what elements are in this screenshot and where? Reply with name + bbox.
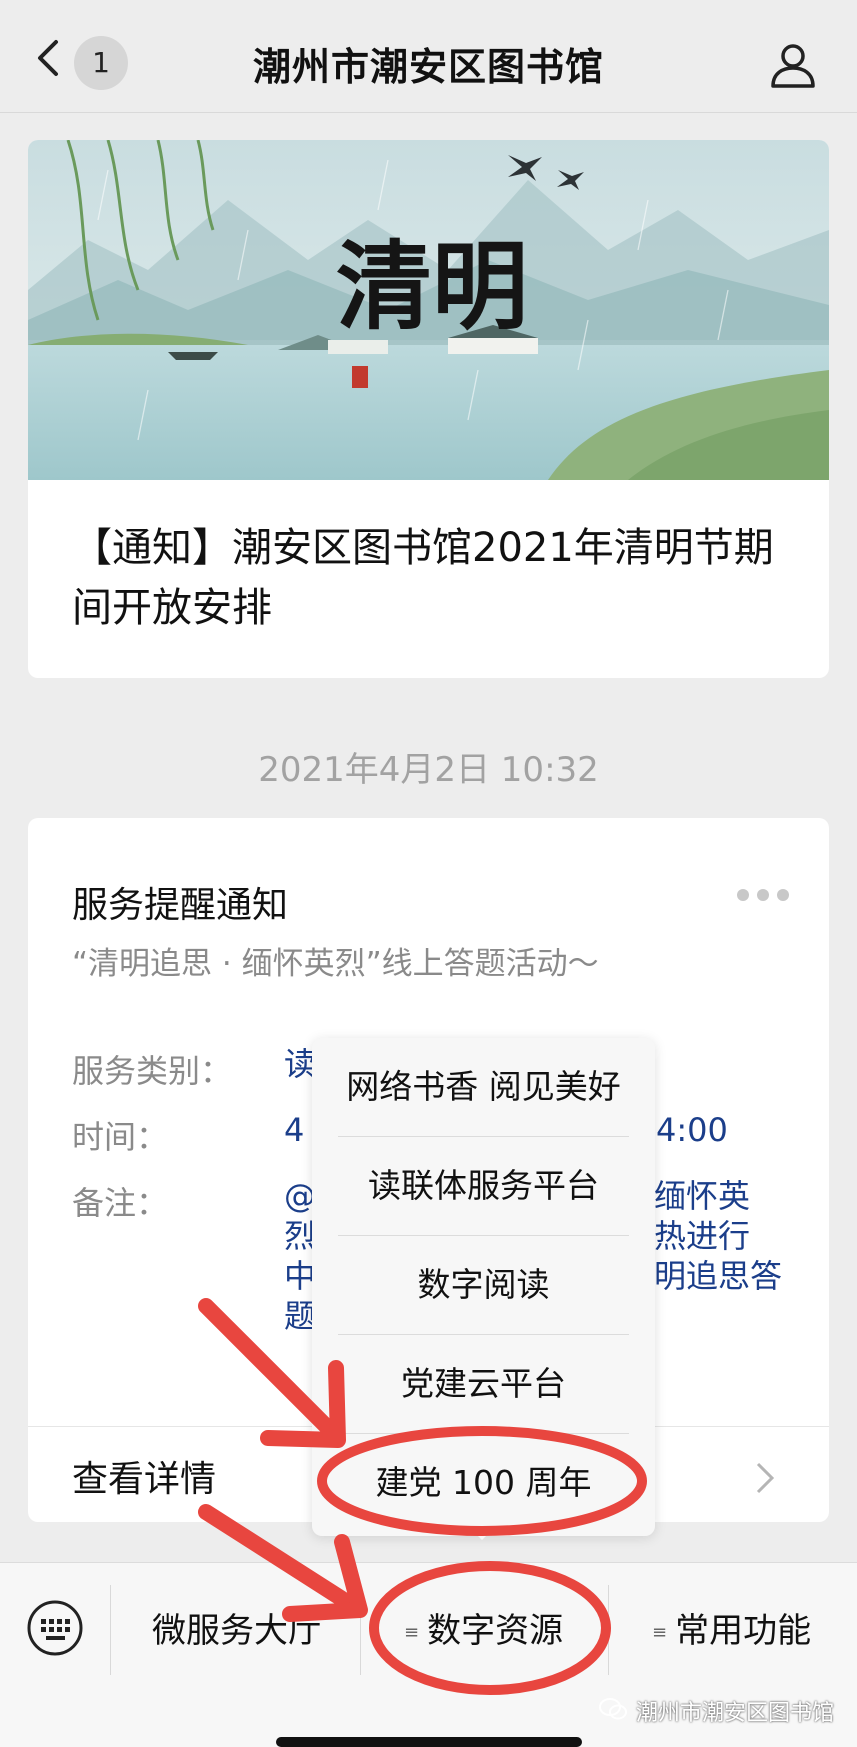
- submenu-item-party-100-years[interactable]: 建党 100 周年: [312, 1434, 655, 1532]
- menu-common-functions[interactable]: ≡ 常用功能: [652, 1603, 811, 1652]
- watermark-text: 潮州市潮安区图书馆: [636, 1701, 835, 1726]
- menu-divider: [608, 1585, 609, 1675]
- banner-calligraphy-text: 清明: [336, 230, 528, 343]
- menu-divider: [360, 1585, 361, 1675]
- user-icon[interactable]: [768, 40, 818, 90]
- card-title: 服务提醒通知: [72, 885, 289, 926]
- submenu-item-reading-alliance[interactable]: 读联体服务平台: [312, 1137, 655, 1235]
- qingming-banner-image: 清明: [28, 140, 829, 480]
- message-timestamp: 2021年4月2日 10:32: [258, 750, 599, 790]
- menu-digital-resources[interactable]: ≡ 数字资源: [404, 1603, 563, 1652]
- menu-micro-service-hall[interactable]: 微服务大厅: [152, 1603, 322, 1652]
- submenu-indicator-icon: ≡: [652, 1622, 668, 1643]
- submenu-pointer: [470, 1528, 494, 1540]
- nav-bar: 1 潮州市潮安区图书馆: [0, 0, 857, 113]
- time-value-left: 4: [284, 1111, 305, 1149]
- submenu-item-network-reading[interactable]: 网络书香 阅见美好: [312, 1038, 655, 1136]
- menu-digital-resources-label: 数字资源: [427, 1611, 564, 1651]
- bottom-menu-bar: 微服务大厅 ≡ 数字资源 ≡ 常用功能 潮州市潮安区图书馆: [0, 1562, 857, 1747]
- menu-common-functions-label: 常用功能: [675, 1611, 812, 1651]
- submenu-indicator-icon: ≡: [404, 1622, 420, 1643]
- card-subtitle: “清明追思 · 缅怀英烈”线上答题活动～: [72, 946, 599, 982]
- menu-divider: [110, 1585, 111, 1675]
- time-label: 时间：: [72, 1118, 169, 1156]
- chevron-right-icon[interactable]: [754, 1458, 778, 1498]
- view-details-link[interactable]: 查看详情: [72, 1450, 216, 1502]
- remark-value-right: 缅怀英 热进行 明追思答: [654, 1177, 783, 1295]
- digital-resources-submenu: 网络书香 阅见美好 读联体服务平台 数字阅读 党建云平台 建党 100 周年: [312, 1038, 655, 1536]
- submenu-item-party-cloud[interactable]: 党建云平台: [312, 1335, 655, 1433]
- keyboard-icon[interactable]: [26, 1599, 84, 1657]
- wechat-icon: [599, 1698, 627, 1720]
- submenu-item-digital-reading[interactable]: 数字阅读: [312, 1236, 655, 1334]
- service-category-label: 服务类别：: [72, 1052, 233, 1090]
- page-title: 潮州市潮安区图书馆: [252, 45, 604, 89]
- more-dots-icon[interactable]: [736, 888, 790, 902]
- remark-label: 备注：: [72, 1184, 169, 1222]
- article-title[interactable]: 【通知】潮安区图书馆2021年清明节期间开放安排: [72, 518, 792, 638]
- article-card[interactable]: 清明 【通知】潮安区图书馆2021年清明节期间开放安排: [28, 140, 829, 678]
- time-value-right: 4:00: [656, 1111, 728, 1149]
